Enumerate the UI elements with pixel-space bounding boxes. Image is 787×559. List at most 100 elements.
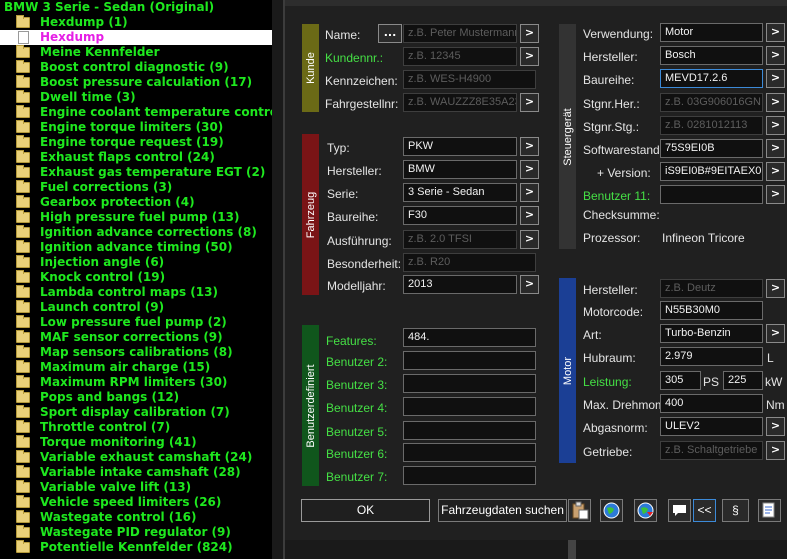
fahrzeug-hersteller-arrow-button[interactable]: > [520, 160, 539, 179]
folder-icon [16, 165, 30, 178]
kundennr-arrow-button[interactable]: > [520, 47, 539, 66]
softwarestand-input[interactable]: 75S9EI0B [660, 139, 763, 158]
section-tab-benutzerdefiniert: Benutzerdefiniert [302, 325, 319, 486]
stgnr-stg-input[interactable]: z.B. 0281012113 [660, 116, 763, 135]
fahrgestellnr-arrow-button[interactable]: > [520, 93, 539, 112]
softwarestand-arrow-button[interactable]: > [766, 139, 785, 158]
ausfuehrung-arrow-button[interactable]: > [520, 230, 539, 249]
ecu-baureihe-arrow-button[interactable]: > [766, 69, 785, 88]
benutzer-4-input[interactable] [403, 397, 536, 416]
serie-input[interactable]: 3 Serie - Sedan [403, 183, 517, 202]
art-arrow-button[interactable]: > [766, 324, 785, 343]
map-tree: BMW 3 Serie - Sedan (Original) Hexdump (… [0, 0, 283, 559]
tree-root[interactable]: BMW 3 Serie - Sedan (Original) [4, 0, 214, 15]
tree-folder-label: Ignition advance corrections (8) [40, 225, 257, 239]
folder-icon [16, 495, 30, 508]
prozessor-value: Infineon Tricore [662, 231, 745, 245]
clipboard-button[interactable] [568, 499, 591, 522]
folder-icon [16, 150, 30, 163]
typ-input[interactable]: PKW [403, 137, 517, 156]
version-arrow-button[interactable]: > [766, 162, 785, 181]
leistung-ps-input[interactable]: 305 [660, 371, 701, 390]
section-title: Fahrzeug [304, 191, 317, 238]
stgnr-her-input[interactable]: z.B. 03G906016GN [660, 93, 763, 112]
tree-folder-label: Gearbox protection (4) [40, 195, 195, 209]
globe-arrow-icon [637, 502, 654, 519]
web-search-button[interactable] [600, 499, 623, 522]
typ-arrow-button[interactable]: > [520, 137, 539, 156]
stgnr-her-arrow-button[interactable]: > [766, 93, 785, 112]
stgnr-stg-arrow-button[interactable]: > [766, 116, 785, 135]
benutzer-7-input[interactable] [403, 466, 536, 485]
abgasnorm-arrow-button[interactable]: > [766, 417, 785, 436]
fahrzeug-hersteller-input[interactable]: BMW [403, 160, 517, 179]
ausfuehrung-input[interactable]: z.B. 2.0 TFSI [403, 230, 517, 249]
tree-item-hexdump[interactable]: Hexdump [18, 30, 258, 45]
ok-button[interactable]: OK [301, 499, 430, 522]
features-input[interactable]: 484. [403, 328, 536, 347]
benutzer-2-input[interactable] [403, 351, 536, 370]
folder-icon [16, 180, 30, 193]
folder-icon [16, 255, 30, 268]
kundennr-input[interactable]: z.B. 12345 [403, 47, 517, 66]
verwendung-input[interactable]: Motor [660, 23, 763, 42]
tree-folder-label: Wastegate PID regulator (9) [40, 525, 231, 539]
serie-arrow-button[interactable]: > [520, 183, 539, 202]
benutzer-11-arrow-button[interactable]: > [766, 185, 785, 204]
besonderheit-label: Besonderheit: [327, 257, 402, 271]
modelljahr-input[interactable]: 2013 [403, 275, 517, 294]
leistung-kw-input[interactable]: 225 [723, 371, 763, 390]
benutzer-6-input[interactable] [403, 443, 536, 462]
tree-folder-label: Exhaust gas temperature EGT (2) [40, 165, 266, 179]
horizontal-scrollbar[interactable] [568, 540, 576, 559]
tree-item-label: Hexdump [40, 30, 105, 44]
modelljahr-label: Modelljahr: [327, 279, 386, 293]
name-input[interactable]: z.B. Peter Mustermann [403, 24, 517, 43]
ecu-hersteller-arrow-button[interactable]: > [766, 46, 785, 65]
name-lookup-button[interactable]: ... [378, 24, 402, 43]
modelljahr-arrow-button[interactable]: > [520, 275, 539, 294]
drehmoment-input[interactable]: 400 [660, 394, 763, 413]
kennzeichen-input[interactable]: z.B. WES-H4900 [403, 70, 536, 89]
benutzer-11-input[interactable] [660, 185, 763, 204]
folder-icon [16, 540, 30, 553]
fahrzeugdaten-suchen-button[interactable]: Fahrzeugdaten suchen [438, 499, 567, 522]
fahrzeug-baureihe-arrow-button[interactable]: > [520, 206, 539, 225]
ecu-baureihe-input[interactable]: MEVD17.2.6 [660, 69, 763, 88]
back-button[interactable]: << [693, 499, 716, 522]
tree-folder-label: Maximum RPM limiters (30) [40, 375, 228, 389]
print-button[interactable] [758, 499, 781, 522]
getriebe-input[interactable]: z.B. Schaltgetriebe [660, 441, 763, 460]
benutzer-3-input[interactable] [403, 374, 536, 393]
version-input[interactable]: iS9EI0B#9EITAEX0 [660, 162, 763, 181]
fahrzeug-hersteller-label: Hersteller: [327, 164, 382, 178]
softwarestand-label: Softwarestand: [583, 143, 664, 157]
folder-icon [16, 270, 30, 283]
besonderheit-input[interactable]: z.B. R20 [403, 253, 536, 272]
folder-icon [16, 315, 30, 328]
hubraum-input[interactable]: 2.979 [660, 347, 763, 366]
tree-folder-label: Fuel corrections (3) [40, 180, 173, 194]
fahrzeug-baureihe-input[interactable]: F30 [403, 206, 517, 225]
benutzer-2-label: Benutzer 2: [326, 355, 388, 369]
getriebe-arrow-button[interactable]: > [766, 441, 785, 460]
art-input[interactable]: Turbo-Benzin [660, 324, 763, 343]
tree-scrollbar[interactable] [272, 0, 283, 559]
section-title: Kunde [304, 52, 317, 84]
benutzer-5-input[interactable] [403, 421, 536, 440]
motor-hersteller-arrow-button[interactable]: > [766, 279, 785, 298]
hubraum-unit: L [767, 351, 774, 365]
motorcode-input[interactable]: N55B30M0 [660, 301, 763, 320]
abgasnorm-input[interactable]: ULEV2 [660, 417, 763, 436]
name-arrow-button[interactable]: > [520, 24, 539, 43]
paragraph-button[interactable]: § [722, 499, 749, 522]
ecu-hersteller-input[interactable]: Bosch [660, 46, 763, 65]
web-globe-button[interactable] [634, 499, 657, 522]
folder-icon [16, 300, 30, 313]
tree-folder-label: Engine torque request (19) [40, 135, 224, 149]
comment-button[interactable] [668, 499, 691, 522]
verwendung-arrow-button[interactable]: > [766, 23, 785, 42]
motor-hersteller-input[interactable]: z.B. Deutz [660, 279, 763, 298]
fahrgestellnr-input[interactable]: z.B. WAUZZZ8E35A235 [403, 93, 517, 112]
tree-folder-label: Wastegate control (16) [40, 510, 197, 524]
